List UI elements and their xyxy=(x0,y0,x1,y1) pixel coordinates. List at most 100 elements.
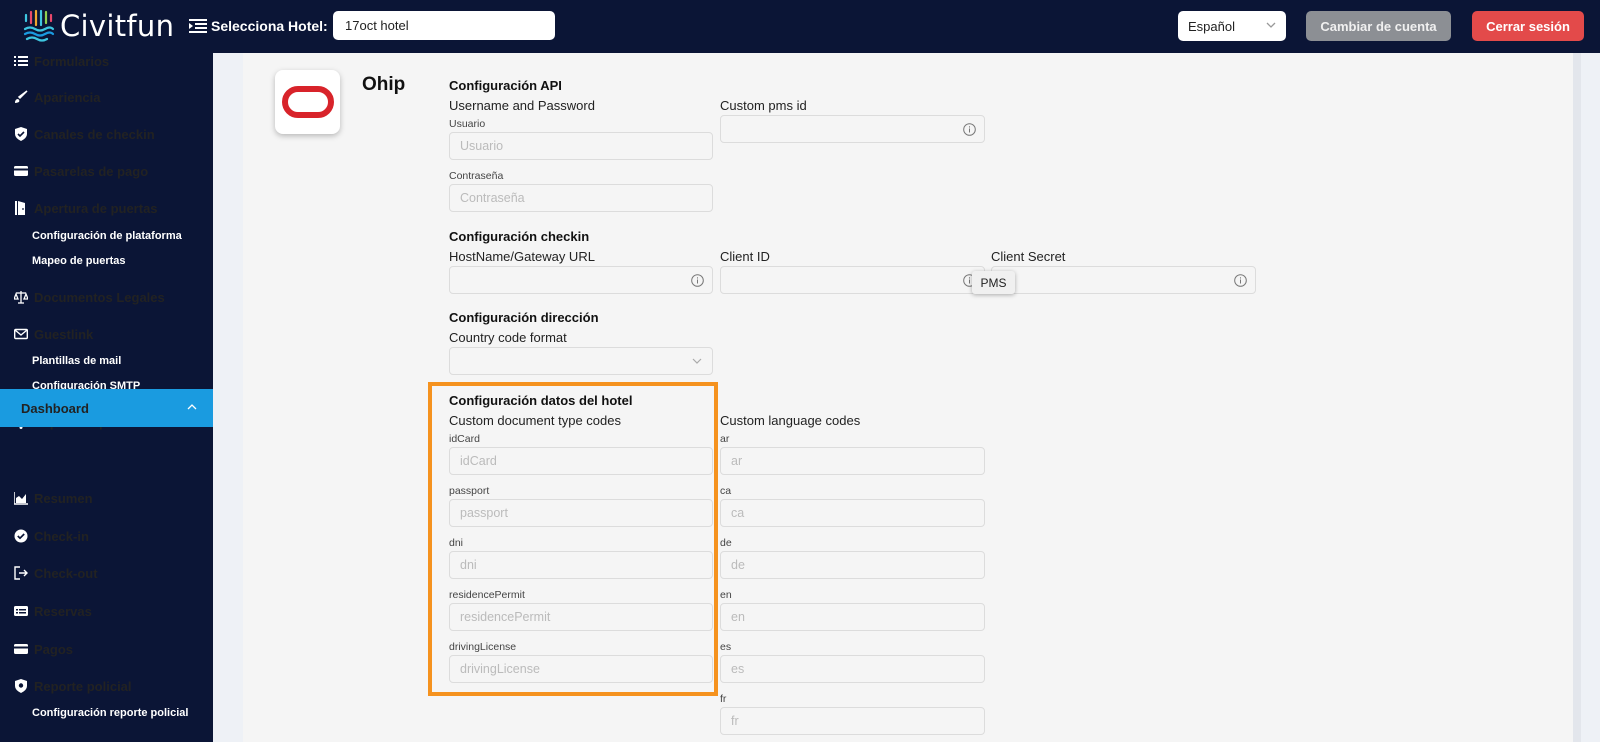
lang-code-label: de xyxy=(720,537,732,549)
lang-code-input[interactable]: fr xyxy=(720,707,985,735)
oracle-logo-icon xyxy=(281,86,334,118)
menu-collapse-icon[interactable] xyxy=(189,18,207,34)
client-id-label: Client ID xyxy=(720,249,770,264)
check-circle-icon xyxy=(14,529,28,543)
sidebar-item-label: Reservas xyxy=(34,603,92,619)
booking-icon xyxy=(14,606,28,616)
lang-code-placeholder: ar xyxy=(731,454,743,468)
lang-code-label: ar xyxy=(720,433,730,445)
civitfun-logo-icon xyxy=(23,9,55,42)
lang-code-placeholder: en xyxy=(731,610,745,624)
checkin-config-title: Configuración checkin xyxy=(449,229,590,244)
country-code-select[interactable] xyxy=(449,347,713,375)
sidebar-subitem-mapeo-puertas[interactable]: Mapeo de puertas xyxy=(32,255,126,267)
logo-text: Civitfun xyxy=(60,9,175,43)
top-bar: Civitfun Selecciona Hotel: Español Cambi… xyxy=(0,0,1600,53)
sidebar-item-canales-checkin[interactable]: Canales de checkin xyxy=(0,118,213,150)
info-icon[interactable] xyxy=(963,123,976,136)
sidebar-item-resumen[interactable]: Resumen xyxy=(0,482,213,514)
password-label: Contraseña xyxy=(449,170,504,182)
custom-pms-id-input[interactable] xyxy=(720,115,985,143)
lang-codes-label: Custom language codes xyxy=(720,413,861,428)
hostname-input[interactable] xyxy=(449,266,713,294)
client-id-input[interactable] xyxy=(720,266,985,294)
tooltip: PMS xyxy=(972,271,1015,294)
logout-button[interactable]: Cerrar sesión xyxy=(1472,11,1584,41)
password-placeholder: Contraseña xyxy=(460,191,525,205)
hotel-select-label: Selecciona Hotel: xyxy=(211,18,328,34)
lang-code-input[interactable]: de xyxy=(720,551,985,579)
lang-code-input[interactable]: es xyxy=(720,655,985,683)
info-icon[interactable] xyxy=(1234,274,1247,287)
country-code-label: Country code format xyxy=(449,330,567,345)
lang-code-placeholder: es xyxy=(731,662,745,676)
sidebar-item-pasarelas-pago[interactable]: Pasarelas de pago xyxy=(0,155,213,187)
lang-code-label: en xyxy=(720,589,732,601)
lang-code-input[interactable]: ca xyxy=(720,499,985,527)
usuario-input[interactable]: Usuario xyxy=(449,132,713,160)
chevron-up-icon xyxy=(187,404,197,410)
credit-card-icon xyxy=(14,166,28,176)
address-config-title: Configuración dirección xyxy=(449,310,599,325)
username-password-label: Username and Password xyxy=(449,98,595,113)
chevron-down-icon xyxy=(1266,22,1276,28)
lang-code-placeholder: ca xyxy=(731,506,745,520)
sidebar-item-check-out[interactable]: Check-out xyxy=(0,557,213,589)
switch-account-button[interactable]: Cambiar de cuenta xyxy=(1306,11,1451,41)
sidebar-item-documentos-legales[interactable]: Documentos Legales xyxy=(0,281,213,313)
scale-icon xyxy=(14,291,28,304)
sidebar-item-check-in[interactable]: Check-in xyxy=(0,520,213,552)
custom-pms-id-label: Custom pms id xyxy=(720,98,807,113)
sidebar-item-label: Formularios xyxy=(34,53,110,69)
hotel-select-input[interactable] xyxy=(333,11,555,40)
lang-code-placeholder: fr xyxy=(731,714,739,728)
sidebar-item-label: Check-out xyxy=(34,565,98,581)
sidebar-item-label: Guestlink xyxy=(34,326,94,342)
sidebar-item-label: Reporte policial xyxy=(34,678,132,694)
hostname-label: HostName/Gateway URL xyxy=(449,249,595,264)
lang-code-label: fr xyxy=(720,693,727,705)
client-secret-input[interactable] xyxy=(991,266,1256,294)
sidebar-item-pagos[interactable]: Pagos xyxy=(0,633,213,665)
sidebar-subitem-configuracion-reporte-policial[interactable]: Configuración reporte policial xyxy=(32,707,188,719)
sidebar-item-dashboard[interactable]: Dashboard xyxy=(0,389,213,427)
sidebar-item-guestlink[interactable]: Guestlink xyxy=(0,318,213,350)
lang-code-placeholder: de xyxy=(731,558,745,572)
sidebar-item-label: Check-in xyxy=(34,528,89,544)
sidebar-item-label: Documentos Legales xyxy=(34,289,165,305)
sidebar-item-reservas[interactable]: Reservas xyxy=(0,595,213,627)
scrollbar[interactable] xyxy=(1573,53,1581,742)
sidebar-item-apariencia[interactable]: Apariencia xyxy=(0,81,213,113)
lang-code-label: es xyxy=(720,641,732,653)
sidebar-subitem-plantillas-mail[interactable]: Plantillas de mail xyxy=(32,355,121,367)
sidebar-item-label: Pasarelas de pago xyxy=(34,163,149,179)
list-icon xyxy=(14,56,28,66)
badge-icon xyxy=(15,679,27,693)
ohip-logo-tile xyxy=(275,70,340,134)
info-icon[interactable] xyxy=(691,274,704,287)
sidebar-item-apertura-puertas[interactable]: Apertura de puertas xyxy=(0,192,213,224)
language-value: Español xyxy=(1188,18,1235,34)
chevron-down-icon xyxy=(692,358,702,364)
lang-code-input[interactable]: ar xyxy=(720,447,985,475)
brush-icon xyxy=(15,90,28,103)
usuario-placeholder: Usuario xyxy=(460,139,504,153)
sidebar-subitem-configuracion-plataforma[interactable]: Configuración de plataforma xyxy=(32,230,182,242)
sidebar-item-reporte-policial[interactable]: Reporte policial xyxy=(0,670,213,702)
logo[interactable]: Civitfun xyxy=(22,9,174,43)
password-input[interactable]: Contraseña xyxy=(449,184,713,212)
exit-icon xyxy=(14,566,28,580)
shield-check-icon xyxy=(15,127,27,141)
api-config-title: Configuración API xyxy=(449,78,562,93)
usuario-label: Usuario xyxy=(449,118,486,130)
chart-icon xyxy=(14,492,28,505)
sidebar-item-label: Resumen xyxy=(34,490,93,506)
lang-code-input[interactable]: en xyxy=(720,603,985,631)
sidebar-item-label: Canales de checkin xyxy=(34,126,155,142)
lang-code-label: ca xyxy=(720,485,732,497)
mail-icon xyxy=(14,328,28,340)
sidebar-item-formularios[interactable]: Formularios xyxy=(0,45,213,77)
sidebar-item-label: Dashboard xyxy=(21,400,89,416)
language-select[interactable]: Español xyxy=(1178,11,1286,41)
sidebar-item-label: Apertura de puertas xyxy=(34,200,158,216)
